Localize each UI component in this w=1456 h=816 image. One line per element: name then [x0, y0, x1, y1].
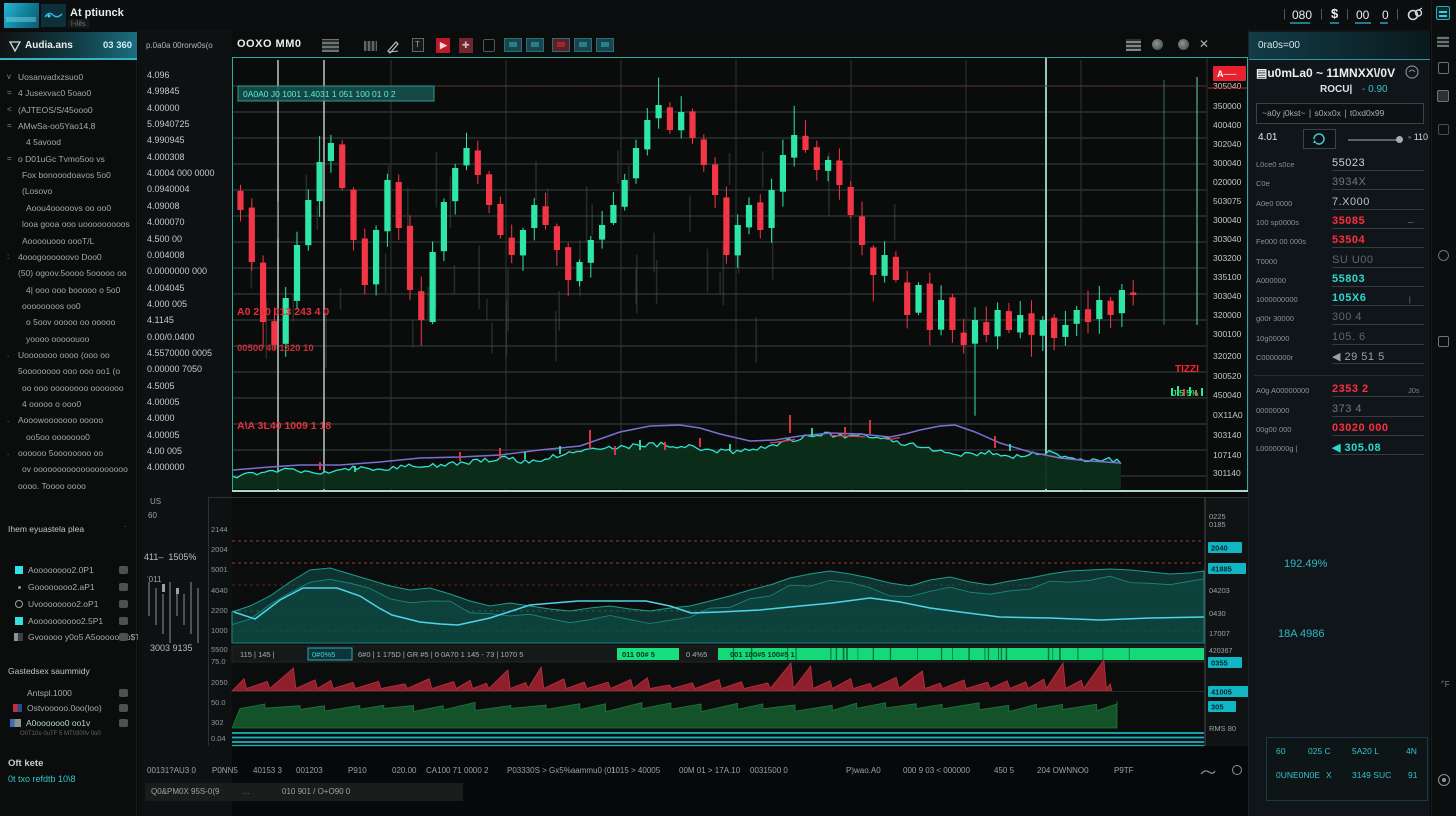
- svg-text:503075: 503075: [1213, 196, 1242, 206]
- svg-text:2200: 2200: [211, 606, 228, 615]
- svg-text:A──: A──: [1217, 69, 1237, 79]
- svg-text:5500: 5500: [211, 645, 228, 654]
- svg-text:305040: 305040: [1213, 81, 1242, 91]
- svg-text:5001: 5001: [211, 565, 228, 574]
- svg-text:41885: 41885: [1211, 565, 1232, 574]
- svg-text:RMS 80: RMS 80: [1209, 724, 1236, 733]
- svg-text:320200: 320200: [1213, 351, 1242, 361]
- svg-text:0X11A0: 0X11A0: [1213, 410, 1243, 420]
- svg-text:400400: 400400: [1213, 120, 1242, 130]
- svg-text:303140: 303140: [1213, 430, 1242, 440]
- svg-text:350000: 350000: [1213, 101, 1242, 111]
- svg-text:75.0: 75.0: [211, 657, 226, 666]
- svg-text:0#0%5: 0#0%5: [312, 650, 335, 659]
- svg-text:420367: 420367: [1209, 648, 1232, 655]
- svg-text:2144: 2144: [211, 525, 228, 534]
- svg-text:0355: 0355: [1211, 659, 1228, 668]
- svg-text:00500 40 1320 10: 00500 40 1320 10: [237, 343, 314, 354]
- svg-text:107140: 107140: [1213, 450, 1242, 460]
- svg-text:001 100#5 100#5 1: 001 100#5 100#5 1: [730, 650, 795, 659]
- svg-text:41005: 41005: [1211, 688, 1232, 697]
- svg-text:302040: 302040: [1213, 139, 1242, 149]
- svg-text:0430: 0430: [1209, 609, 1226, 618]
- svg-text:335100: 335100: [1213, 272, 1242, 282]
- svg-text:320000: 320000: [1213, 310, 1242, 320]
- svg-text:0 4%5: 0 4%5: [686, 650, 707, 659]
- svg-text:011 00# 5: 011 00# 5: [622, 650, 655, 659]
- svg-text:0185: 0185: [1209, 520, 1226, 529]
- svg-text:TІZZІ: TІZZІ: [1175, 364, 1199, 375]
- svg-text:A0 230 013 243 4 0: A0 230 013 243 4 0: [237, 306, 329, 318]
- svg-text:2040: 2040: [1211, 544, 1228, 553]
- svg-text:2004: 2004: [211, 545, 228, 554]
- svg-text:301140: 301140: [1213, 468, 1241, 478]
- svg-text:303200: 303200: [1213, 253, 1242, 263]
- svg-text:A\A 3L40 1009 1 18: A\A 3L40 1009 1 18: [237, 420, 331, 432]
- svg-text:300100: 300100: [1213, 329, 1242, 339]
- svg-text:450040: 450040: [1213, 390, 1242, 400]
- svg-text:0.04: 0.04: [211, 734, 226, 743]
- svg-text:1000: 1000: [211, 626, 228, 635]
- svg-text:115 | 145 |: 115 | 145 |: [240, 650, 275, 659]
- svg-text:300040: 300040: [1213, 215, 1242, 225]
- svg-text:50.0: 50.0: [211, 698, 226, 707]
- svg-text:JІ5 5%: JІ5 5%: [1172, 388, 1199, 398]
- svg-text:ˈ011: ˈ011: [146, 575, 162, 584]
- svg-text:300520: 300520: [1213, 371, 1242, 381]
- svg-text:302: 302: [211, 718, 224, 727]
- svg-text:305: 305: [1211, 703, 1224, 712]
- svg-text:17007: 17007: [1209, 629, 1230, 638]
- svg-text:6#0 | 1 175D | GR #5: 6#0 | 1 175D | GR #5 | 0 0A70 1 145 - 73…: [358, 650, 523, 659]
- svg-text:04203: 04203: [1209, 586, 1230, 595]
- svg-text:4040: 4040: [211, 586, 228, 595]
- svg-text:300040: 300040: [1213, 158, 1242, 168]
- svg-text:020000: 020000: [1213, 177, 1242, 187]
- svg-text:303040: 303040: [1213, 291, 1242, 301]
- svg-text:0A0A0 J0 1001 1.4031 1 051 100: 0A0A0 J0 1001 1.4031 1 051 100 01 0 2: [243, 89, 396, 99]
- svg-text:2050: 2050: [211, 678, 228, 687]
- svg-text:303040: 303040: [1213, 234, 1242, 244]
